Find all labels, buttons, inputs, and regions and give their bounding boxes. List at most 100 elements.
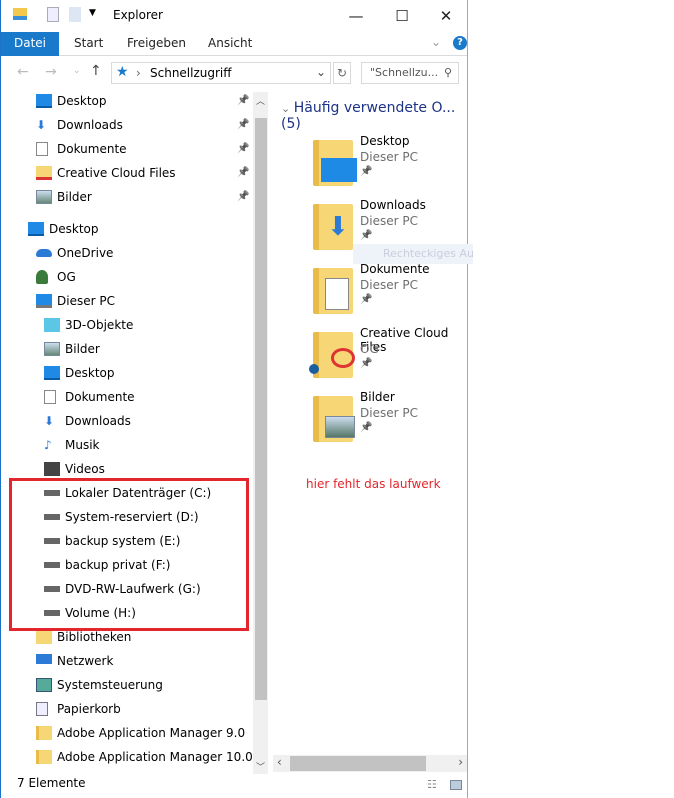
computer-icon	[36, 294, 52, 308]
nav-item-label: Bilder	[65, 342, 100, 356]
tab-ansicht[interactable]: Ansicht	[196, 32, 264, 56]
nav-item-desktop[interactable]: Desktop	[1, 218, 251, 240]
status-item-count: 7 Elemente	[17, 776, 86, 790]
control-panel-icon	[36, 678, 52, 692]
scroll-left-icon[interactable]: ‹	[277, 755, 282, 769]
nav-item-adobe-application-manager-9-0[interactable]: Adobe Application Manager 9.0	[1, 722, 251, 744]
new-folder-icon[interactable]	[69, 7, 81, 22]
minimize-button[interactable]: —	[333, 2, 379, 30]
details-view-icon[interactable]: ☷	[427, 778, 437, 791]
pin-icon[interactable]: 📌	[237, 138, 249, 160]
tab-start[interactable]: Start	[62, 32, 115, 56]
downloads-overlay-icon: ⬇	[327, 212, 349, 242]
scroll-right-icon[interactable]: ›	[458, 755, 463, 769]
annotation-red-box	[9, 478, 249, 631]
desktop-icon	[36, 94, 52, 108]
nav-item-label: Downloads	[65, 414, 131, 428]
search-icon: ⚲	[443, 66, 452, 79]
nav-item-label: OneDrive	[57, 246, 114, 260]
nav-item-desktop[interactable]: Desktop	[1, 362, 251, 384]
tab-datei[interactable]: Datei	[1, 32, 59, 56]
folder-tile-pictures[interactable]: Bilder Dieser PC 📌	[313, 390, 473, 456]
nav-item-3d-objekte[interactable]: 3D-Objekte	[1, 314, 251, 336]
nav-item-label: Systemsteuerung	[57, 678, 163, 692]
music-icon: ♪	[44, 438, 52, 452]
downloads-icon: ⬇	[36, 118, 47, 132]
nav-item-adobe-application-manager-10-0[interactable]: Adobe Application Manager 10.0	[1, 746, 253, 768]
nav-item-label: Papierkorb	[57, 702, 121, 716]
maximize-button[interactable]: ☐	[379, 2, 425, 30]
address-bar[interactable]: ★ › Schnellzugriff ⌄	[111, 62, 331, 84]
libraries-icon	[36, 630, 52, 644]
folder-tile-document[interactable]: Dokumente Dieser PC 📌	[313, 262, 473, 328]
tile-location: Dieser PC	[360, 278, 418, 292]
explorer-icon	[13, 8, 27, 20]
title-bar: ▼ Explorer — ☐ ✕	[1, 0, 467, 32]
desktop-overlay-icon	[321, 158, 357, 182]
close-button[interactable]: ✕	[423, 2, 469, 30]
nav-item-label: OG	[57, 270, 76, 284]
explorer-window: ▼ Explorer — ☐ ✕ Datei Start Freigeben A…	[0, 0, 473, 798]
back-button[interactable]: ←	[17, 64, 29, 80]
nav-item-label: Desktop	[49, 222, 99, 236]
search-input[interactable]: "Schnellzu... ⚲	[361, 62, 459, 84]
nav-item-label: Adobe Application Manager 10.0	[57, 750, 253, 764]
nav-item-videos[interactable]: Videos	[1, 458, 251, 480]
nav-item-dokumente[interactable]: Dokumente 📌	[1, 138, 251, 160]
nav-item-papierkorb[interactable]: Papierkorb	[1, 698, 251, 720]
nav-item-dokumente[interactable]: Dokumente	[1, 386, 251, 408]
star-icon: ★	[116, 64, 129, 80]
up-button[interactable]: ↑	[90, 63, 102, 79]
nav-item-og[interactable]: OG	[1, 266, 251, 288]
search-placeholder: "Schnellzu...	[370, 66, 439, 79]
breadcrumb-schnellzugriff[interactable]: Schnellzugriff	[150, 66, 232, 80]
pin-icon[interactable]: 📌	[237, 162, 249, 184]
pin-icon[interactable]: 📌	[237, 90, 249, 112]
tile-location: OG	[360, 342, 379, 356]
nav-item-bilder[interactable]: Bilder	[1, 338, 251, 360]
group-header-label: Häufig verwendete O... (5)	[281, 100, 456, 132]
pictures-icon	[44, 342, 60, 356]
folder-tile-desktop[interactable]: Desktop Dieser PC 📌	[313, 134, 473, 200]
pin-icon[interactable]: 📌	[237, 114, 249, 136]
folder-tile-creative-cloud[interactable]: Creative Cloud Files OG 📌	[309, 326, 473, 392]
nav-item-creative-cloud-files[interactable]: Creative Cloud Files 📌	[1, 162, 251, 184]
horizontal-scrollbar-thumb[interactable]	[290, 756, 426, 771]
nav-item-dieser-pc[interactable]: Dieser PC	[1, 290, 251, 312]
nav-item-systemsteuerung[interactable]: Systemsteuerung	[1, 674, 251, 696]
refresh-button[interactable]: ↻	[333, 62, 351, 84]
user-icon	[36, 270, 48, 284]
nav-scrollbar-thumb[interactable]	[255, 118, 267, 700]
tab-freigeben[interactable]: Freigeben	[115, 32, 198, 56]
document-overlay-icon	[325, 278, 349, 310]
scroll-up-icon[interactable]: ︿	[256, 94, 265, 107]
nav-item-desktop[interactable]: Desktop 📌	[1, 90, 251, 112]
window-title: Explorer	[113, 8, 163, 22]
nav-item-label: Adobe Application Manager 9.0	[57, 726, 246, 740]
recent-dropdown-icon[interactable]: ⌄	[73, 66, 81, 76]
pin-icon: 📌	[360, 166, 373, 177]
help-icon[interactable]: ?	[453, 36, 467, 50]
address-dropdown-icon[interactable]: ⌄	[316, 65, 326, 79]
expand-ribbon-icon[interactable]: ⌄	[431, 35, 441, 49]
folder-icon	[36, 726, 52, 740]
customize-dropdown-icon[interactable]: ▼	[89, 8, 96, 18]
pin-icon[interactable]: 📌	[237, 186, 249, 208]
scroll-down-icon[interactable]: ﹀	[256, 760, 265, 773]
forward-button[interactable]: →	[45, 64, 57, 80]
nav-item-downloads[interactable]: ⬇ Downloads	[1, 410, 251, 432]
nav-item-onedrive[interactable]: OneDrive	[1, 242, 251, 264]
nav-item-label: Videos	[65, 462, 105, 476]
pin-icon: 📌	[360, 422, 373, 433]
nav-item-musik[interactable]: ♪ Musik	[1, 434, 251, 456]
nav-item-downloads[interactable]: ⬇ Downloads 📌	[1, 114, 251, 136]
large-icons-view-icon[interactable]	[450, 780, 462, 790]
group-header[interactable]: ⌄ Häufig verwendete O... (5)	[281, 100, 467, 132]
nav-item-bilder[interactable]: Bilder 📌	[1, 186, 251, 208]
horizontal-scrollbar[interactable]: ‹ ›	[273, 755, 467, 772]
document-icon	[44, 390, 56, 404]
properties-icon[interactable]	[47, 7, 59, 22]
nav-item-label: Dieser PC	[57, 294, 115, 308]
nav-item-netzwerk[interactable]: Netzwerk	[1, 650, 251, 672]
nav-item-label: Musik	[65, 438, 100, 452]
